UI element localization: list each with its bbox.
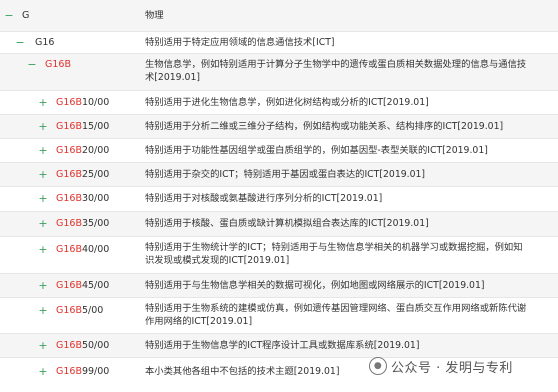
- expand-icon[interactable]: +: [38, 244, 48, 255]
- tree-row-g16b45[interactable]: + G16B45/00 特别适用于与生物信息学相关的数据可视化，例如地图或网络展…: [0, 274, 558, 298]
- code-g: G: [22, 10, 30, 21]
- class-code: G16B5/00: [56, 305, 104, 316]
- class-code: G16B35/00: [56, 218, 110, 229]
- tree-row-g16b25[interactable]: + G16B25/00 特别适用于杂交的ICT；特别适用于基因或蛋白表达的ICT…: [0, 163, 558, 187]
- class-title: 特别适用于进化生物信息学，例如进化树结构或分析的ICT[2019.01]: [145, 97, 429, 108]
- class-title: 特别适用于生物系统的建模或仿真，例如遗传基因管理网络、蛋白质交互作用网络或新陈代…: [145, 303, 527, 327]
- class-code: G16B45/00: [56, 280, 110, 291]
- class-code: G16B20/00: [56, 145, 110, 156]
- class-title: 特别适用于对核酸或氨基酸进行序列分析的ICT[2019.01]: [145, 193, 383, 204]
- tree-row-g16b35[interactable]: + G16B35/00 特别适用于核酸、蛋白质或缺计算机模拟组合表达库的ICT[…: [0, 212, 558, 237]
- tree-row-g16b[interactable]: − G16B 生物信息学，例如特别适用于计算分子生物学中的遗传或蛋白质相关数据处…: [0, 54, 558, 91]
- class-title: 特别适用于与生物信息学相关的数据可视化，例如地图或网络展示的ICT[2019.0…: [145, 280, 485, 291]
- class-code: G16B40/00: [56, 244, 110, 255]
- expand-icon[interactable]: +: [38, 340, 48, 351]
- watermark-text: 公众号 · 发明与专利: [391, 360, 513, 376]
- tree-row-g[interactable]: − G 物理: [0, 0, 558, 32]
- class-title: 特别适用于特定应用领域的信息通信技术[ICT]: [145, 37, 335, 48]
- class-title: 物理: [145, 10, 164, 21]
- expand-icon[interactable]: +: [38, 169, 48, 180]
- expand-icon[interactable]: +: [38, 145, 48, 156]
- class-code: G16: [35, 37, 55, 48]
- class-title: 生物信息学，例如特别适用于计算分子生物学中的遗传或蛋白质相关数据处理的信息与通信…: [145, 59, 527, 83]
- collapse-icon[interactable]: −: [4, 10, 14, 21]
- collapse-icon[interactable]: −: [15, 37, 25, 48]
- expand-icon[interactable]: +: [38, 121, 48, 132]
- class-title: 特别适用于分析二维或三维分子结构，例如结构或功能关系、结构排序的ICT[2019…: [145, 121, 504, 132]
- tree-row-g16[interactable]: − G16 特别适用于特定应用领域的信息通信技术[ICT]: [0, 32, 558, 54]
- wechat-icon: ●: [369, 357, 387, 375]
- watermark: ● 公众号 · 发明与专利: [369, 354, 513, 378]
- expand-icon[interactable]: +: [38, 366, 48, 377]
- class-title: 特别适用于杂交的ICT；特别适用于基因或蛋白表达的ICT[2019.01]: [145, 169, 426, 180]
- tree-row-g16b20[interactable]: + G16B20/00 特别适用于功能性基因组学或蛋白质组学的，例如基因型-表型…: [0, 139, 558, 163]
- class-code: G16B30/00: [56, 193, 110, 204]
- class-code: G16B99/00: [56, 366, 110, 377]
- collapse-icon[interactable]: −: [27, 59, 37, 70]
- tree-row-g16b15[interactable]: + G16B15/00 特别适用于分析二维或三维分子结构，例如结构或功能关系、结…: [0, 115, 558, 139]
- class-code: G16B10/00: [56, 97, 110, 108]
- tree-row-g16b10[interactable]: + G16B10/00 特别适用于进化生物信息学，例如进化树结构或分析的ICT[…: [0, 91, 558, 115]
- class-code: G16B50/00: [56, 340, 110, 351]
- class-code: G16B: [45, 59, 71, 70]
- class-title: 特别适用于核酸、蛋白质或缺计算机模拟组合表达库的ICT[2019.01]: [145, 218, 429, 229]
- tree-row-g16b5[interactable]: + G16B5/00 特别适用于生物系统的建模或仿真，例如遗传基因管理网络、蛋白…: [0, 298, 558, 334]
- expand-icon[interactable]: +: [38, 193, 48, 204]
- tree-row-g16b40[interactable]: + G16B40/00 特别适用于生物统计学的ICT；特别适用于与生物信息学相关…: [0, 237, 558, 274]
- class-title: 特别适用于功能性基因组学或蛋白质组学的，例如基因型-表型关联的ICT[2019.…: [145, 145, 488, 156]
- expand-icon[interactable]: +: [38, 280, 48, 291]
- expand-icon[interactable]: +: [38, 97, 48, 108]
- class-title: 特别适用于生物信息学的ICT程序设计工具或数据库系统[2019.01]: [145, 340, 420, 351]
- class-code: G16B25/00: [56, 169, 110, 180]
- class-code: G: [22, 10, 29, 21]
- expand-icon[interactable]: +: [38, 218, 48, 229]
- class-title: 特别适用于生物统计学的ICT；特别适用于与生物信息学相关的机器学习或数据挖掘，例…: [145, 242, 523, 266]
- expand-icon[interactable]: +: [38, 305, 48, 316]
- class-code: G16B15/00: [56, 121, 110, 132]
- tree-row-g16b30[interactable]: + G16B30/00 特别适用于对核酸或氨基酸进行序列分析的ICT[2019.…: [0, 187, 558, 212]
